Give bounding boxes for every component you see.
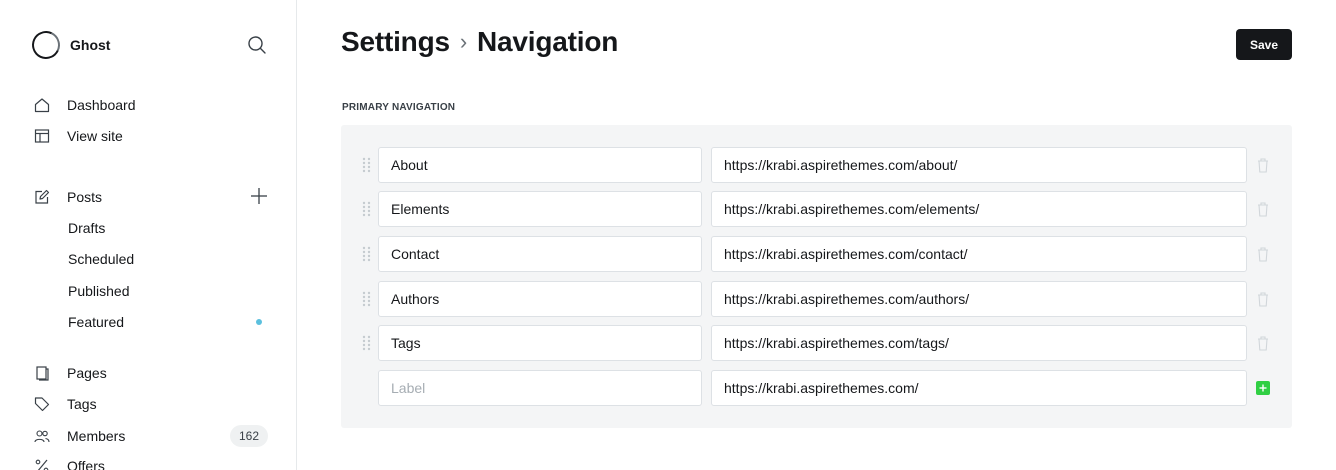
edit-icon: [34, 189, 50, 205]
sidebar-item-dashboard[interactable]: Dashboard: [34, 94, 136, 116]
sidebar-item-offers[interactable]: Offers: [34, 455, 105, 470]
featured-indicator-dot: [256, 319, 262, 325]
new-nav-row: Label https://krabi.aspirethemes.com/: [341, 370, 1292, 406]
sidebar-item-label: Pages: [67, 365, 107, 381]
sidebar-item-pages[interactable]: Pages: [34, 362, 107, 384]
trash-icon[interactable]: [1256, 335, 1270, 351]
sidebar-subitem-featured[interactable]: Featured: [68, 311, 124, 333]
sidebar-item-view-site[interactable]: View site: [34, 125, 123, 147]
breadcrumb-current: Navigation: [477, 26, 619, 57]
navigation-panel: About https://krabi.aspirethemes.com/abo…: [341, 125, 1292, 428]
drag-handle-icon[interactable]: [361, 291, 373, 307]
nav-url-input[interactable]: https://krabi.aspirethemes.com/elements/: [711, 191, 1247, 227]
sidebar-item-label: Offers: [67, 458, 105, 470]
percent-icon: [34, 458, 50, 470]
nav-row: Contact https://krabi.aspirethemes.com/c…: [341, 236, 1292, 272]
nav-url-input[interactable]: https://krabi.aspirethemes.com/about/: [711, 147, 1247, 183]
layout-icon: [34, 128, 50, 144]
nav-url-input[interactable]: https://krabi.aspirethemes.com/tags/: [711, 325, 1247, 361]
drag-handle-icon[interactable]: [361, 335, 373, 351]
breadcrumb-separator: ›: [459, 29, 467, 54]
sidebar-item-posts[interactable]: Posts: [34, 186, 102, 208]
nav-row: Elements https://krabi.aspirethemes.com/…: [341, 191, 1292, 227]
sidebar: Ghost Dashboard View site Posts Drafts S…: [0, 0, 297, 470]
drag-handle-icon[interactable]: [361, 157, 373, 173]
nav-label-input[interactable]: Contact: [378, 236, 702, 272]
trash-icon[interactable]: [1256, 201, 1270, 217]
save-button[interactable]: Save: [1236, 29, 1292, 60]
new-nav-label-input[interactable]: Label: [378, 370, 702, 406]
nav-label-input[interactable]: Tags: [378, 325, 702, 361]
nav-label-input[interactable]: About: [378, 147, 702, 183]
sidebar-subitem-drafts[interactable]: Drafts: [68, 217, 105, 239]
page-title: Settings › Navigation: [341, 26, 618, 58]
trash-icon[interactable]: [1256, 246, 1270, 262]
sidebar-item-tags[interactable]: Tags: [34, 393, 97, 415]
members-icon: [34, 428, 50, 444]
drag-handle-icon[interactable]: [361, 201, 373, 217]
brand-name: Ghost: [70, 37, 111, 53]
sidebar-item-label: View site: [67, 128, 123, 144]
members-count-badge: 162: [230, 425, 268, 447]
add-item-plus-icon[interactable]: [1256, 381, 1270, 395]
new-post-plus-icon[interactable]: [249, 186, 269, 206]
nav-row: Authors https://krabi.aspirethemes.com/a…: [341, 281, 1292, 317]
sidebar-item-label: Tags: [67, 396, 97, 412]
trash-icon[interactable]: [1256, 157, 1270, 173]
section-label: PRIMARY NAVIGATION: [342, 102, 456, 113]
drag-handle-icon[interactable]: [361, 246, 373, 262]
page-icon: [34, 365, 50, 381]
sidebar-item-members[interactable]: Members: [34, 425, 125, 447]
sidebar-item-label: Posts: [67, 189, 103, 205]
home-icon: [34, 97, 50, 113]
nav-label-input[interactable]: Elements: [378, 191, 702, 227]
nav-url-input[interactable]: https://krabi.aspirethemes.com/contact/: [711, 236, 1247, 272]
sidebar-item-label: Dashboard: [67, 97, 136, 113]
trash-icon[interactable]: [1256, 291, 1270, 307]
nav-row: Tags https://krabi.aspirethemes.com/tags…: [341, 325, 1292, 361]
sidebar-subitem-scheduled[interactable]: Scheduled: [68, 248, 134, 270]
nav-url-input[interactable]: https://krabi.aspirethemes.com/authors/: [711, 281, 1247, 317]
tag-icon: [34, 396, 50, 412]
nav-row: About https://krabi.aspirethemes.com/abo…: [341, 147, 1292, 183]
ghost-logo-icon: [28, 27, 64, 63]
sidebar-item-label: Members: [67, 428, 126, 444]
search-icon[interactable]: [246, 34, 268, 56]
new-nav-url-input[interactable]: https://krabi.aspirethemes.com/: [711, 370, 1247, 406]
breadcrumb-settings-link[interactable]: Settings: [341, 26, 450, 58]
sidebar-subitem-published[interactable]: Published: [68, 280, 130, 302]
brand[interactable]: Ghost: [28, 27, 111, 63]
nav-label-input[interactable]: Authors: [378, 281, 702, 317]
